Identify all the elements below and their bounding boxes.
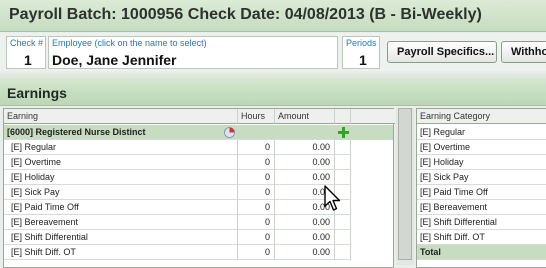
category-name: [E] Overtime	[417, 140, 546, 155]
earning-name: [E] Shift Diff. OT	[4, 245, 238, 260]
table-row[interactable]: [E] Bereavement 0 0.00	[4, 215, 393, 230]
earning-name: [E] Bereavement	[4, 215, 238, 230]
col-hours[interactable]: Hours	[238, 109, 275, 124]
earning-name: [E] Sick Pay	[4, 185, 238, 200]
earning-hours[interactable]: 0	[238, 245, 275, 260]
category-name: [E] Sick Pay	[417, 170, 546, 185]
category-name: [E] Paid Time Off	[417, 185, 546, 200]
pie-chart-icon[interactable]	[224, 127, 235, 138]
category-name: [E] Shift Diff. OT	[417, 230, 546, 245]
earning-extra-cell	[335, 230, 351, 245]
earning-hours[interactable]: 0	[238, 230, 275, 245]
category-grid[interactable]: Earning Category [E] Regular [E] Overtime…	[416, 108, 546, 268]
table-row[interactable]: [E] Holiday 0 0.00	[4, 170, 393, 185]
earning-amount[interactable]: 0.00	[275, 155, 335, 170]
earnings-title: Earnings	[7, 85, 67, 101]
earning-amount[interactable]: 0.00	[275, 170, 335, 185]
earning-hours[interactable]: 0	[238, 200, 275, 215]
earning-extra-cell	[335, 170, 351, 185]
list-item[interactable]: [E] Paid Time Off	[417, 185, 546, 200]
earning-name: [E] Shift Differential	[4, 230, 238, 245]
earning-extra-cell	[335, 155, 351, 170]
col-extra-1	[335, 109, 351, 124]
earning-hours[interactable]: 0	[238, 140, 275, 155]
earning-extra-cell	[335, 215, 351, 230]
earning-name: [E] Holiday	[4, 170, 238, 185]
page-title: Payroll Batch: 1000956 Check Date: 04/08…	[9, 6, 482, 23]
earning-amount[interactable]: 0.00	[275, 230, 335, 245]
col-earning[interactable]: Earning	[4, 109, 238, 124]
earnings-header: Earnings	[0, 78, 546, 106]
table-row[interactable]: [E] Shift Differential 0 0.00	[4, 230, 393, 245]
category-name: [E] Shift Differential	[417, 215, 546, 230]
check-number-label: Check #	[10, 38, 44, 48]
earning-extra-cell	[335, 140, 351, 155]
earning-name: [E] Paid Time Off	[4, 200, 238, 215]
col-earning-category[interactable]: Earning Category	[417, 109, 546, 124]
category-total-label: Total	[417, 245, 546, 260]
earning-hours[interactable]: 0	[238, 215, 275, 230]
employee-label: Employee (click on the name to select)	[52, 38, 207, 48]
payroll-specifics-button[interactable]: Payroll Specifics...	[387, 41, 497, 63]
employee-box[interactable]: Employee (click on the name to select) D…	[48, 36, 338, 69]
earning-hours[interactable]: 0	[238, 185, 275, 200]
check-number-value: 1	[24, 52, 32, 68]
category-name: [E] Regular	[417, 125, 546, 140]
check-number-box: Check # 1	[6, 36, 46, 69]
earning-hours[interactable]: 0	[238, 155, 275, 170]
category-name: [E] Bereavement	[417, 200, 546, 215]
earning-name: [E] Regular	[4, 140, 238, 155]
earning-extra-cell	[335, 245, 351, 260]
plus-icon[interactable]	[337, 126, 350, 139]
list-item[interactable]: [E] Bereavement	[417, 200, 546, 215]
earning-hours[interactable]: 0	[238, 170, 275, 185]
earning-amount[interactable]: 0.00	[275, 245, 335, 260]
category-grid-header: Earning Category	[417, 109, 546, 124]
periods-value: 1	[359, 52, 367, 68]
earning-amount[interactable]: 0.00	[275, 140, 335, 155]
list-item[interactable]: [E] Overtime	[417, 140, 546, 155]
list-item[interactable]: [E] Holiday	[417, 155, 546, 170]
list-item[interactable]: [E] Regular	[417, 125, 546, 140]
earnings-grid-header: Earning Hours Amount	[4, 109, 395, 124]
col-amount[interactable]: Amount	[275, 109, 335, 124]
employee-name[interactable]: Doe, Jane Jennifer	[52, 52, 177, 68]
info-row: Check # 1 Employee (click on the name to…	[0, 33, 546, 71]
table-row[interactable]: [E] Overtime 0 0.00	[4, 155, 393, 170]
category-name: [E] Holiday	[417, 155, 546, 170]
earning-name: [E] Overtime	[4, 155, 238, 170]
list-item[interactable]: [E] Shift Diff. OT	[417, 230, 546, 245]
title-bar: Payroll Batch: 1000956 Check Date: 04/08…	[0, 0, 546, 32]
mouse-pointer-icon	[323, 185, 343, 213]
group-spacer	[238, 125, 335, 140]
table-row[interactable]: [E] Regular 0 0.00	[4, 140, 393, 155]
periods-label: Periods	[346, 38, 377, 48]
list-item[interactable]: [E] Sick Pay	[417, 170, 546, 185]
col-extra-2	[351, 109, 395, 124]
earning-group-row[interactable]: [6000] Registered Nurse Distinct	[4, 125, 393, 140]
earning-group-label: [6000] Registered Nurse Distinct	[4, 125, 238, 140]
earning-amount[interactable]: 0.00	[275, 215, 335, 230]
periods-box: Periods 1	[342, 36, 380, 69]
earnings-scrollbar[interactable]	[396, 108, 414, 265]
table-row[interactable]: [E] Shift Diff. OT 0 0.00	[4, 245, 393, 260]
withholding-button[interactable]: Withho	[501, 41, 546, 63]
category-total-row: Total	[417, 245, 546, 260]
scrollbar-thumb[interactable]	[398, 108, 412, 260]
list-item[interactable]: [E] Shift Differential	[417, 215, 546, 230]
